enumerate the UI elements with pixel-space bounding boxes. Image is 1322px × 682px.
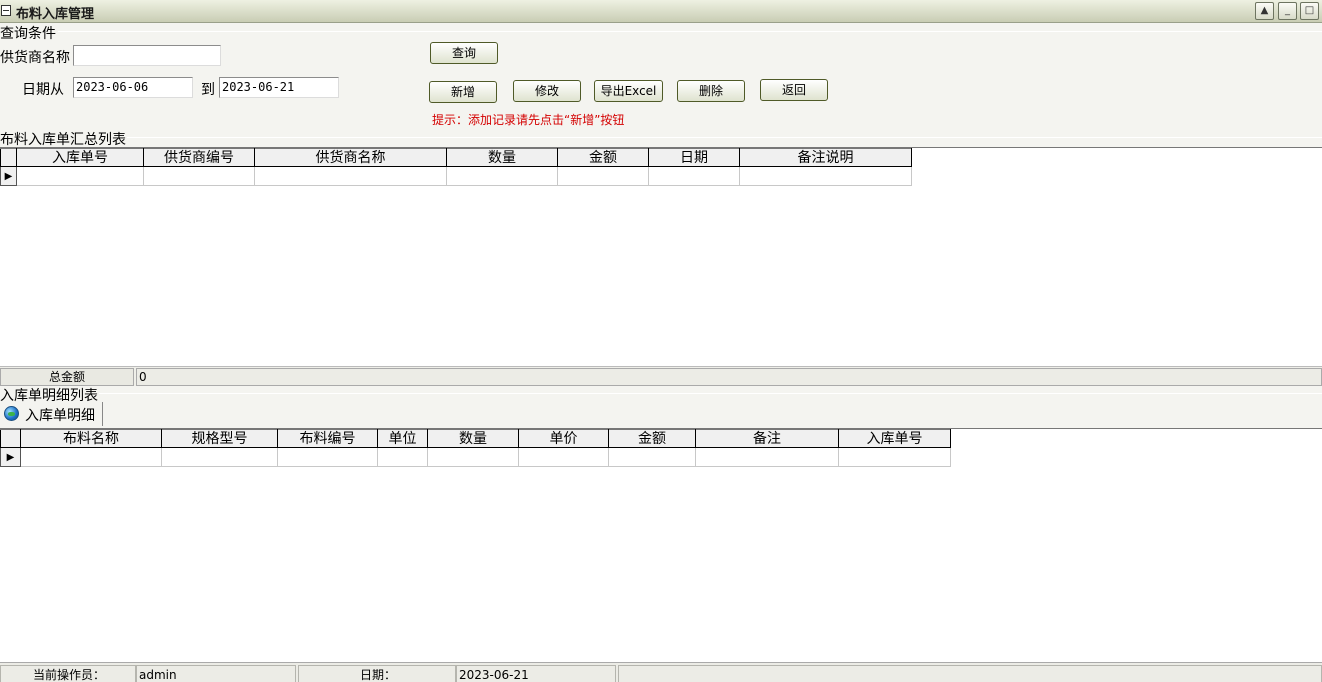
detail-grid[interactable]: 布料名称 规格型号 布料编号 单位 数量 单价 金额 备注 入库单号 ▶ <box>0 428 1322 662</box>
summary-col-header[interactable]: 金额 <box>557 148 649 167</box>
table-cell[interactable] <box>648 166 740 186</box>
detail-col-header[interactable]: 备注 <box>695 429 839 448</box>
search-button[interactable]: 查询 <box>430 42 498 64</box>
detail-col-header[interactable]: 入库单号 <box>838 429 951 448</box>
status-empty-panel <box>618 665 1322 682</box>
tab-detail[interactable]: 入库单明细 <box>0 402 103 426</box>
restore-button[interactable]: ▲ <box>1255 2 1274 20</box>
window-menu-icon[interactable] <box>1 5 11 16</box>
status-date-value: 2023-06-21 <box>456 665 616 682</box>
table-cell[interactable] <box>557 166 649 186</box>
table-cell[interactable] <box>277 447 378 467</box>
summary-col-header[interactable]: 入库单号 <box>16 148 144 167</box>
summary-grid-title: 布料入库单汇总列表 <box>0 132 126 148</box>
row-indicator-icon[interactable]: ▶ <box>0 166 17 186</box>
detail-col-header[interactable]: 金额 <box>608 429 696 448</box>
table-cell[interactable] <box>739 166 912 186</box>
table-cell[interactable] <box>254 166 447 186</box>
table-row[interactable]: ▶ <box>0 166 912 186</box>
detail-col-header[interactable]: 规格型号 <box>161 429 278 448</box>
back-button[interactable]: 返回 <box>760 79 828 101</box>
date-from-input[interactable]: 2023-06-06 <box>73 77 193 98</box>
query-group-label: 查询条件 <box>0 26 56 42</box>
total-amount-label: 总金额 <box>0 368 134 386</box>
date-from-label: 日期从 <box>22 82 64 98</box>
table-cell[interactable] <box>161 447 278 467</box>
delete-button[interactable]: 删除 <box>677 80 745 102</box>
operator-value: admin <box>136 665 296 682</box>
summary-col-header[interactable]: 数量 <box>446 148 558 167</box>
detail-col-header[interactable]: 数量 <box>427 429 519 448</box>
summary-col-header[interactable]: 日期 <box>648 148 740 167</box>
detail-col-header[interactable]: 单价 <box>518 429 609 448</box>
status-date-label: 日期： <box>298 665 456 682</box>
table-cell[interactable] <box>695 447 839 467</box>
table-cell[interactable] <box>838 447 951 467</box>
edit-button[interactable]: 修改 <box>513 80 581 102</box>
operator-label: 当前操作员： <box>0 665 136 682</box>
table-cell[interactable] <box>16 166 144 186</box>
detail-col-header[interactable]: 布料编号 <box>277 429 378 448</box>
detail-grid-corner <box>0 429 21 448</box>
supplier-name-input[interactable] <box>73 45 221 66</box>
table-cell[interactable] <box>608 447 696 467</box>
detail-col-header[interactable]: 布料名称 <box>20 429 162 448</box>
title-bar: 布料入库管理 ▲ _ □ <box>0 0 1322 23</box>
table-row[interactable]: ▶ <box>0 447 951 467</box>
table-cell[interactable] <box>20 447 162 467</box>
table-cell[interactable] <box>377 447 428 467</box>
supplier-name-label: 供货商名称 <box>0 50 70 66</box>
summary-col-header[interactable]: 供货商名称 <box>254 148 447 167</box>
add-hint-text: 提示：添加记录请先点击“新增”按钮 <box>432 113 625 127</box>
table-cell[interactable] <box>518 447 609 467</box>
detail-group-line <box>99 393 1322 394</box>
window-title: 布料入库管理 <box>16 7 95 22</box>
table-cell[interactable] <box>143 166 255 186</box>
table-cell[interactable] <box>446 166 558 186</box>
query-group-line <box>58 31 1322 32</box>
date-to-label: 到 <box>201 82 215 98</box>
total-bar: 总金额 0 <box>0 366 1322 386</box>
table-cell[interactable] <box>427 447 519 467</box>
summary-col-header[interactable]: 供货商编号 <box>143 148 255 167</box>
summary-grid-corner <box>0 148 17 167</box>
status-bar: 当前操作员： admin 日期： 2023-06-21 <box>0 662 1322 682</box>
minimize-button[interactable]: _ <box>1278 2 1297 20</box>
date-to-input[interactable]: 2023-06-21 <box>219 77 339 98</box>
total-amount-value: 0 <box>136 368 1322 386</box>
export-excel-button[interactable]: 导出Excel <box>594 80 663 102</box>
detail-col-header[interactable]: 单位 <box>377 429 428 448</box>
add-button[interactable]: 新增 <box>429 81 497 103</box>
tab-detail-label: 入库单明细 <box>25 408 95 424</box>
globe-icon <box>4 406 19 421</box>
summary-col-header[interactable]: 备注说明 <box>739 148 912 167</box>
summary-group-line <box>127 137 1322 138</box>
summary-grid[interactable]: 入库单号 供货商编号 供货商名称 数量 金额 日期 备注说明 ▶ <box>0 147 1322 366</box>
row-indicator-icon[interactable]: ▶ <box>0 447 21 467</box>
maximize-button[interactable]: □ <box>1300 2 1319 20</box>
